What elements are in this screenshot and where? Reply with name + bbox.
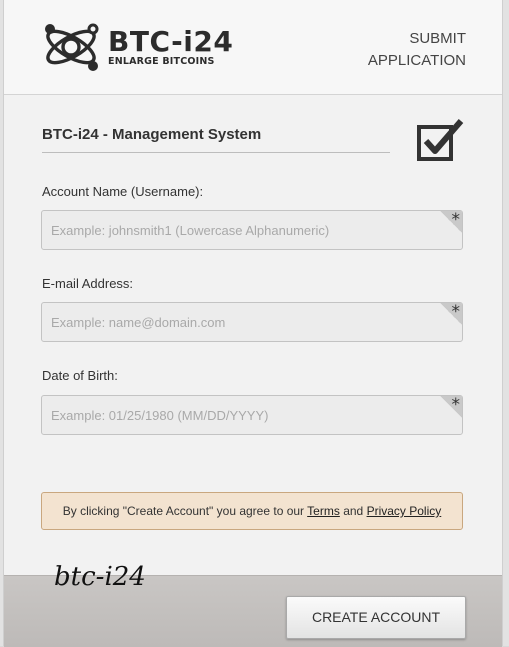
create-account-button[interactable]: CREATE ACCOUNT xyxy=(286,596,466,639)
atom-logo-icon xyxy=(45,23,99,71)
title-divider xyxy=(42,152,390,153)
dob-label: Date of Birth: xyxy=(42,368,118,383)
checked-box-icon xyxy=(417,119,464,161)
terms-link[interactable]: Terms xyxy=(307,504,340,518)
email-label: E-mail Address: xyxy=(42,276,134,291)
submit-link-line2: APPLICATION xyxy=(367,52,466,69)
registration-panel: BTC-i24 ENLARGE BITCOINS SUBMIT APPLICAT… xyxy=(3,0,503,647)
brand-tagline: ENLARGE BITCOINS xyxy=(108,56,215,67)
submit-application-link[interactable]: SUBMIT APPLICATION xyxy=(368,28,466,72)
required-corner: * xyxy=(440,396,462,418)
dob-input[interactable] xyxy=(42,396,462,434)
submit-link-line1: SUBMIT xyxy=(409,30,466,47)
username-input[interactable] xyxy=(42,211,462,249)
required-asterisk: * xyxy=(451,302,461,322)
required-asterisk: * xyxy=(451,210,461,230)
form-footer: btc-i24 CREATE ACCOUNT xyxy=(4,562,502,647)
username-label: Account Name (Username): xyxy=(42,184,204,199)
dob-field-box: * xyxy=(41,395,463,435)
email-field-box: * xyxy=(41,302,463,342)
notice-text: By clicking "Create Account" you agree t… xyxy=(62,504,305,518)
notice-and: and xyxy=(343,504,364,518)
header: BTC-i24 ENLARGE BITCOINS SUBMIT APPLICAT… xyxy=(4,0,502,95)
page-background: BTC-i24 ENLARGE BITCOINS SUBMIT APPLICAT… xyxy=(0,0,509,647)
handwritten-signature: btc-i24 xyxy=(54,562,146,592)
required-corner: * xyxy=(440,303,462,325)
privacy-policy-link[interactable]: Privacy Policy xyxy=(367,504,442,518)
terms-notice: By clicking "Create Account" you agree t… xyxy=(41,492,463,530)
email-input[interactable] xyxy=(42,303,462,341)
required-asterisk: * xyxy=(451,395,461,415)
required-corner: * xyxy=(440,211,462,233)
username-field-box: * xyxy=(41,210,463,250)
form-title: BTC-i24 - Management System xyxy=(42,126,262,143)
brand-name: BTC-i24 xyxy=(108,25,234,58)
